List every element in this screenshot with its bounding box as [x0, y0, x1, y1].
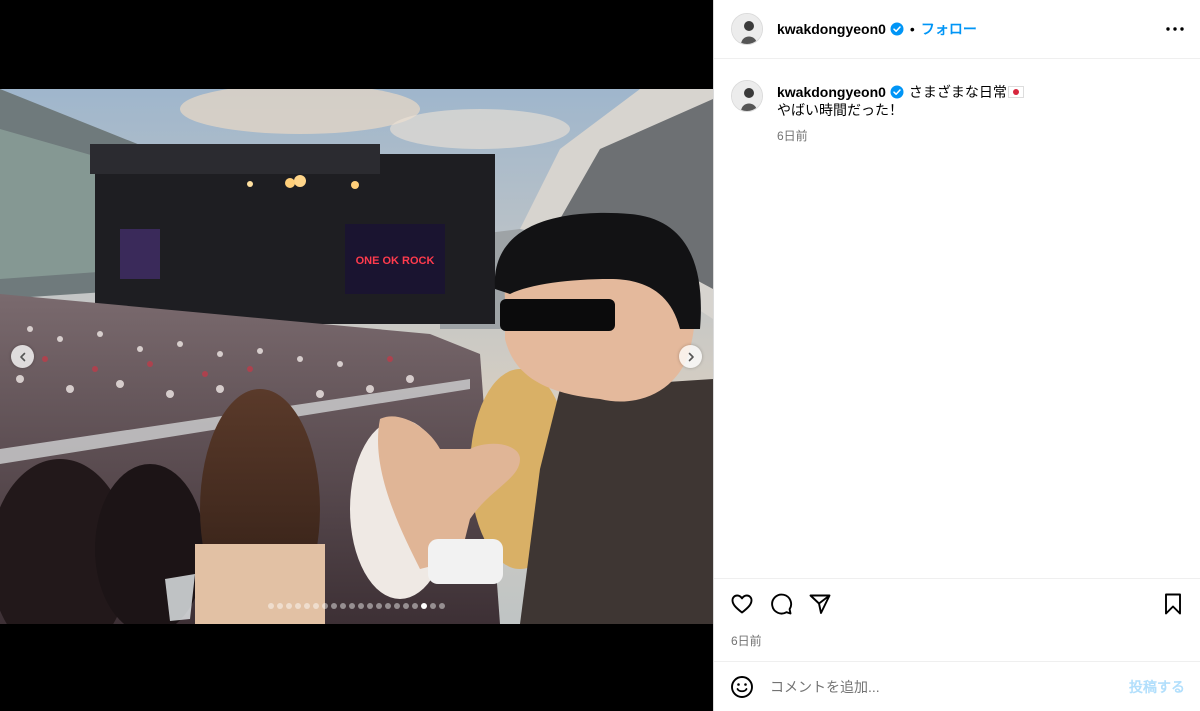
post-comment-button[interactable]: 投稿する — [1129, 677, 1185, 697]
carousel-dot — [385, 603, 391, 609]
carousel-dot — [430, 603, 436, 609]
previous-slide-button[interactable] — [11, 345, 34, 368]
caption: kwakdongyeon0 さまざまな日常 やばい時間だった！ 6日前 — [714, 59, 1200, 145]
comment-bar: 投稿する — [714, 661, 1200, 711]
emoji-button[interactable] — [730, 675, 754, 699]
caption-timestamp[interactable]: 6日前 — [777, 127, 1024, 145]
carousel-dot — [412, 603, 418, 609]
caption-text-line1: さまざまな日常 — [908, 84, 1007, 100]
post-detail-panel: kwakdongyeon0 • フォロー kwakdongyeon0 さまざまな… — [713, 0, 1200, 711]
caption-avatar[interactable] — [731, 80, 763, 112]
next-slide-button[interactable] — [679, 345, 702, 368]
carousel-dot — [394, 603, 400, 609]
carousel-dot — [277, 603, 283, 609]
save-button[interactable] — [1161, 592, 1185, 616]
carousel-dot — [331, 603, 337, 609]
carousel-dot — [313, 603, 319, 609]
share-button[interactable] — [808, 592, 832, 616]
carousel-dot — [376, 603, 382, 609]
carousel-dot — [304, 603, 310, 609]
comment-icon — [771, 593, 793, 614]
comment-button[interactable] — [769, 592, 793, 616]
more-options-button[interactable] — [1166, 27, 1184, 31]
carousel-dot — [340, 603, 346, 609]
username-link[interactable]: kwakdongyeon0 — [777, 21, 886, 37]
post-header: kwakdongyeon0 • フォロー — [714, 0, 1200, 59]
comment-input[interactable] — [770, 678, 1129, 695]
carousel-dot — [367, 603, 373, 609]
avatar[interactable] — [731, 13, 763, 45]
carousel-dot — [268, 603, 274, 609]
carousel-dot — [403, 603, 409, 609]
carousel-dot — [295, 603, 301, 609]
post-timestamp[interactable]: 6日前 — [731, 632, 762, 649]
chevron-left-icon — [19, 352, 25, 361]
carousel-dot — [358, 603, 364, 609]
caption-body: kwakdongyeon0 さまざまな日常 やばい時間だった！ 6日前 — [777, 83, 1024, 145]
more-horizontal-icon — [1166, 27, 1184, 31]
action-bar — [714, 578, 1200, 628]
post-photo[interactable]: ONE OK ROCK — [0, 89, 713, 624]
carousel-dot — [421, 603, 427, 609]
follow-button[interactable]: フォロー — [921, 19, 977, 39]
carousel-dot — [349, 603, 355, 609]
japan-flag-emoji — [1007, 86, 1024, 98]
separator-dot: • — [909, 21, 915, 37]
bookmark-icon — [1165, 593, 1181, 614]
send-icon — [809, 594, 831, 614]
caption-text-line2: やばい時間だった！ — [777, 102, 903, 118]
media-pane: ONE OK ROCK — [0, 0, 713, 711]
verified-badge-icon — [890, 85, 904, 99]
chevron-right-icon — [688, 352, 694, 361]
carousel-indicator — [0, 603, 713, 609]
caption-username[interactable]: kwakdongyeon0 — [777, 83, 886, 101]
stage-screen-text: ONE OK ROCK — [356, 255, 435, 267]
carousel-dot — [286, 603, 292, 609]
verified-badge-icon — [890, 22, 904, 36]
heart-icon — [731, 594, 753, 613]
like-button[interactable] — [730, 592, 754, 616]
carousel-dot — [439, 603, 445, 609]
carousel-dot — [322, 603, 328, 609]
smiley-icon — [731, 675, 753, 698]
